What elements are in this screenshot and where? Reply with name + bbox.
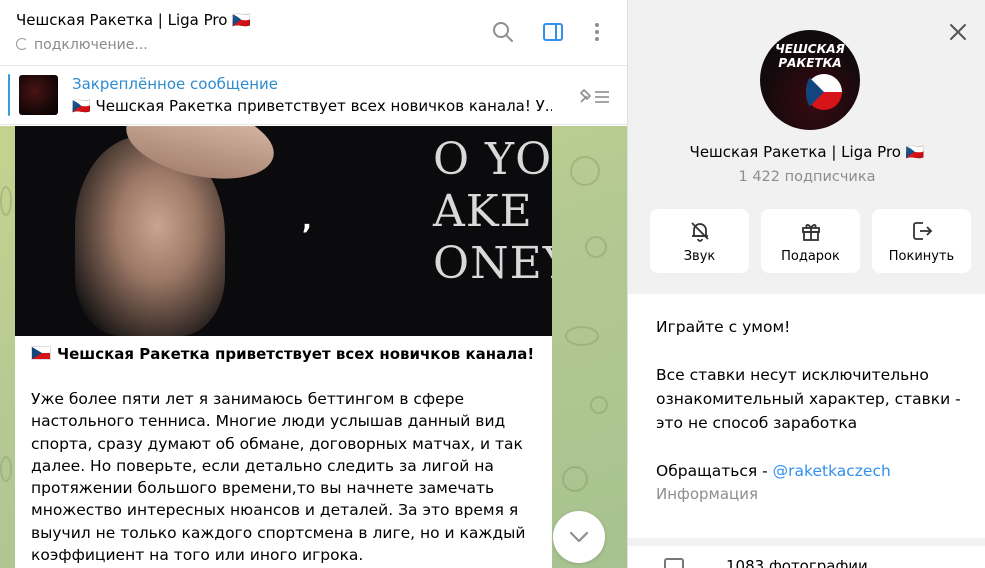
gift-button[interactable]: Подарок [761, 209, 860, 273]
more-vertical-icon [595, 23, 599, 41]
leave-label: Покинуть [888, 248, 955, 264]
channel-info-panel: ЧЕШСКАЯ РАКЕТКА Чешская Ракетка | Liga P… [627, 0, 985, 568]
pinned-message-bar[interactable]: Закреплённое сообщение 🇨🇿 Чешская Ракетк… [0, 67, 627, 125]
pinned-list-button[interactable] [577, 84, 611, 112]
search-icon [493, 22, 513, 42]
scroll-down-button[interactable] [553, 511, 605, 563]
chevron-down-icon [569, 531, 589, 543]
description-line-1: Играйте с умом! [656, 318, 791, 336]
chat-header[interactable]: Чешская Ракетка | Liga Pro 🇨🇿 подключени… [0, 0, 627, 66]
pinned-thumbnail [19, 75, 58, 115]
close-icon [950, 24, 966, 40]
czech-flag-icon [31, 346, 51, 360]
connection-status: подключение... [16, 37, 148, 53]
info-label: Информация [656, 485, 759, 503]
description-line-2: Все ставки несут исключительно ознакомит… [656, 366, 961, 432]
description-text: Играйте с умом! Все ставки несут исключи… [656, 315, 966, 483]
subscriber-count: 1 422 подписчика [738, 169, 876, 185]
avatar-logo-text: ЧЕШСКАЯ РАКЕТКА [775, 42, 845, 70]
media-caption: O YOUAKEONEY [433, 134, 552, 290]
message-media[interactable]: , O YOUAKEONEY [15, 126, 552, 336]
contact-prefix: Обращаться - [656, 462, 773, 480]
leave-icon [912, 221, 932, 240]
bell-off-icon [690, 221, 709, 242]
loading-spinner-icon [16, 38, 28, 50]
media-caption-line: ONEY [433, 238, 552, 289]
gift-icon [801, 223, 820, 241]
message-bubble[interactable]: , O YOUAKEONEY Чешская Ракетка приветств… [15, 126, 552, 568]
channel-avatar[interactable]: ЧЕШСКАЯ РАКЕТКА [760, 30, 860, 130]
close-button[interactable] [946, 20, 970, 44]
bg-doodle [585, 236, 607, 258]
pinned-indicator [8, 74, 10, 116]
photos-count: 1083 фотографии [726, 557, 868, 568]
bg-doodle [565, 326, 599, 346]
mute-button[interactable]: Звук [650, 209, 749, 273]
more-menu-button[interactable] [583, 18, 611, 46]
sidebar-toggle-button[interactable] [539, 18, 567, 46]
profile-header: ЧЕШСКАЯ РАКЕТКА Чешская Ракетка | Liga P… [628, 0, 985, 294]
channel-description: Играйте с умом! Все ставки несут исключи… [628, 294, 985, 538]
channel-name: Чешская Ракетка | Liga Pro 🇨🇿 [689, 143, 925, 161]
photos-row[interactable]: 1083 фотографии [628, 546, 985, 568]
message-body: Уже более пяти лет я занимаюсь беттингом… [31, 390, 526, 565]
search-button[interactable] [489, 18, 517, 46]
sidebar-panel-icon [543, 23, 563, 41]
connection-status-text: подключение... [34, 37, 148, 53]
gift-label: Подарок [781, 248, 840, 264]
message-headline-text: Чешская Ракетка приветствует всех новичк… [57, 345, 535, 363]
bg-doodle [562, 466, 588, 492]
photo-icon [664, 558, 684, 568]
bg-doodle [590, 396, 608, 414]
media-caption-line: AKE [433, 186, 533, 237]
contact-line: Обращаться - @raketkaczech [656, 459, 966, 483]
message-headline: Чешская Ракетка приветствует всех новичк… [31, 345, 534, 363]
mute-label: Звук [683, 248, 716, 264]
media-caption-line: O YOU [433, 134, 552, 185]
bg-doodle [570, 156, 600, 186]
media-glyph: , [302, 206, 312, 236]
contact-link[interactable]: @raketkaczech [773, 462, 891, 480]
leave-button[interactable]: Покинуть [872, 209, 971, 273]
chat-pane: Чешская Ракетка | Liga Pro 🇨🇿 подключени… [0, 0, 627, 568]
bg-doodle [0, 456, 12, 482]
avatar-ball [806, 74, 842, 110]
pinned-text: 🇨🇿 Чешская Ракетка приветствует всех нов… [72, 97, 552, 115]
pinned-title: Закреплённое сообщение [72, 75, 279, 93]
telegram-window: Чешская Ракетка | Liga Pro 🇨🇿 подключени… [0, 0, 985, 568]
chat-title[interactable]: Чешская Ракетка | Liga Pro 🇨🇿 [16, 11, 251, 29]
bg-doodle [0, 186, 12, 216]
pin-list-icon [580, 89, 609, 103]
section-divider [628, 538, 985, 546]
